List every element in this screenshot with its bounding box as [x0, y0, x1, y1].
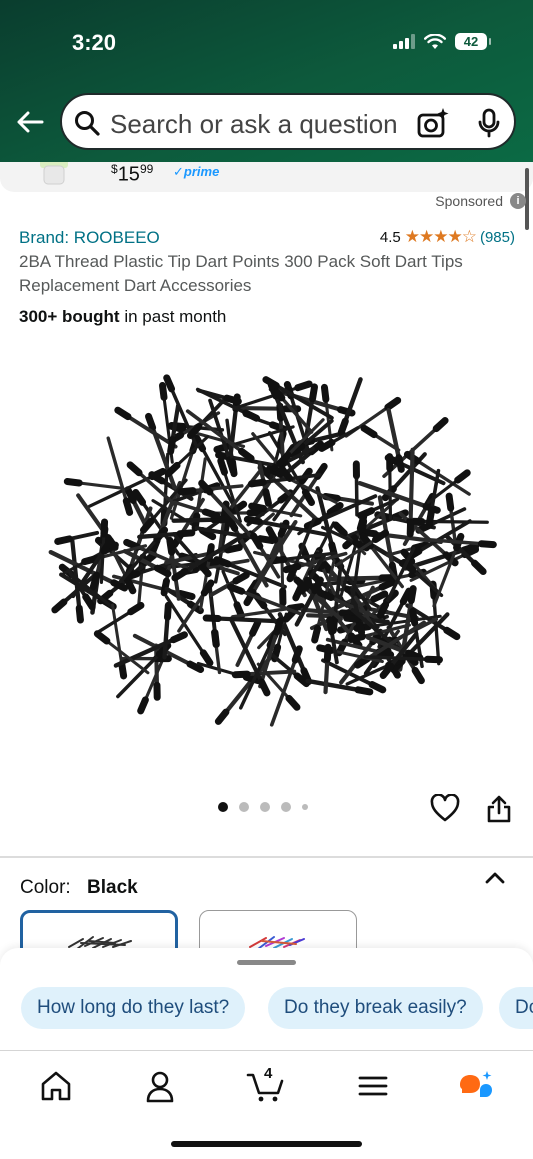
app-header: 3:20 42 Search or ask a question [0, 0, 533, 162]
color-value: Black [87, 877, 138, 898]
pagination-dot[interactable] [218, 802, 228, 812]
battery-indicator: 42 [455, 33, 491, 50]
pagination-dot[interactable] [302, 804, 308, 810]
section-divider [0, 856, 533, 858]
chevron-up-icon[interactable] [484, 870, 506, 886]
status-time: 3:20 [72, 30, 117, 55]
price: $1599 [111, 162, 154, 186]
search-input[interactable]: Search or ask a question [110, 109, 398, 140]
heart-icon[interactable] [430, 794, 460, 822]
brand-link[interactable]: Brand: ROOBEEO [19, 228, 160, 248]
account-icon[interactable] [140, 1069, 180, 1103]
prime-badge: ✓prime [173, 164, 220, 179]
color-label: Color: [20, 877, 71, 898]
pagination-dot[interactable] [239, 802, 249, 812]
home-indicator [171, 1141, 362, 1147]
product-thumbnail [40, 162, 68, 185]
product-image[interactable] [24, 350, 510, 750]
product-title: 2BA Thread Plastic Tip Dart Points 300 P… [19, 252, 463, 295]
dart-tips-pile [48, 374, 497, 727]
status-icons: 42 [393, 33, 491, 50]
microphone-icon[interactable] [476, 108, 502, 138]
pagination-dot[interactable] [260, 802, 270, 812]
home-icon[interactable] [36, 1069, 76, 1103]
cart-count-badge: 4 [264, 1065, 273, 1082]
info-icon[interactable]: i [510, 193, 526, 209]
share-icon[interactable] [486, 794, 512, 824]
image-pagination-dots[interactable] [218, 802, 308, 812]
sheet-grabber[interactable] [237, 960, 296, 965]
pagination-dot[interactable] [281, 802, 291, 812]
sponsored-label: Sponsored [435, 193, 503, 209]
wifi-icon [424, 33, 446, 49]
tab-cart[interactable]: 4 [246, 1065, 286, 1103]
suggestion-chip[interactable]: Do [499, 987, 533, 1029]
rating-value: 4.5 [379, 228, 401, 246]
back-arrow-icon[interactable] [14, 106, 46, 138]
suggestion-chip[interactable]: Do they break easily? [268, 987, 483, 1029]
rufus-assistant-icon[interactable] [456, 1069, 496, 1103]
ask-suggestions-sheet: How long do they last? Do they break eas… [0, 948, 533, 1051]
search-icon [75, 111, 100, 136]
suggestion-chip[interactable]: How long do they last? [21, 987, 246, 1029]
star-rating-icon: ★★★★☆ [404, 227, 477, 246]
rating-count[interactable]: (985) [480, 229, 515, 246]
cellular-signal-icon [393, 34, 415, 49]
camera-lens-icon[interactable] [416, 107, 450, 139]
search-bar[interactable]: Search or ask a question [60, 93, 516, 150]
menu-icon[interactable] [353, 1069, 393, 1103]
previous-item-peek[interactable]: $1599 ✓prime [0, 162, 533, 192]
rating-summary[interactable]: 4.5 ★★★★☆ (985) [380, 227, 515, 247]
bought-count: 300+ bought in past month [19, 307, 227, 326]
